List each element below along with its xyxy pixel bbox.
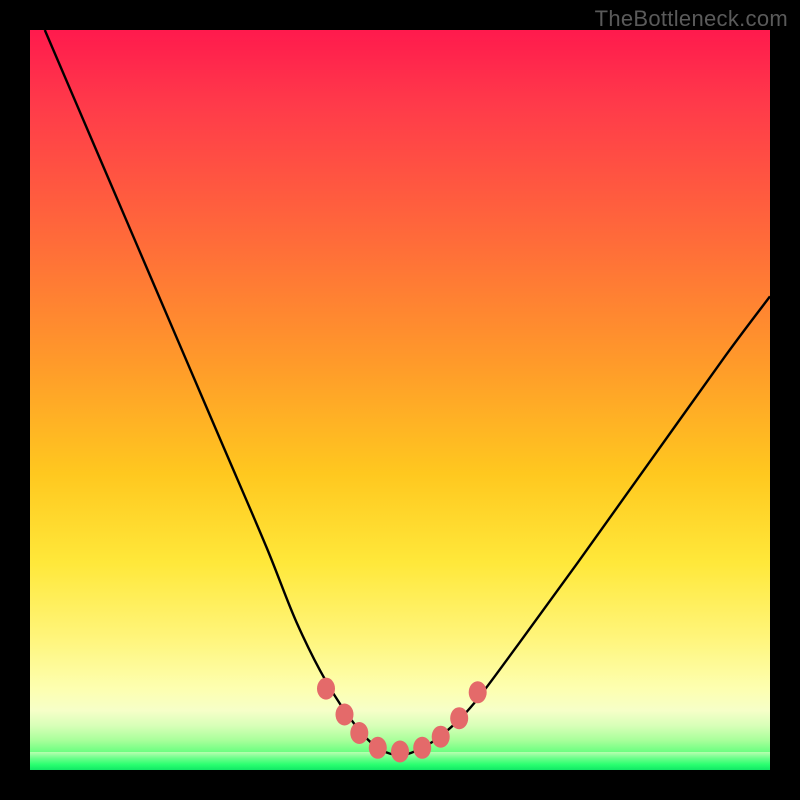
bottleneck-curve <box>45 30 770 755</box>
curve-layer <box>30 30 770 770</box>
curve-markers <box>317 678 487 763</box>
bottleneck-curve-path <box>45 30 770 755</box>
curve-marker <box>317 678 335 700</box>
curve-marker <box>336 704 354 726</box>
curve-marker <box>432 726 450 748</box>
plot-area <box>30 30 770 770</box>
curve-marker <box>369 737 387 759</box>
chart-frame: TheBottleneck.com <box>0 0 800 800</box>
watermark-text: TheBottleneck.com <box>595 6 788 32</box>
curve-marker <box>450 707 468 729</box>
curve-marker <box>350 722 368 744</box>
curve-marker <box>413 737 431 759</box>
curve-marker <box>469 681 487 703</box>
curve-marker <box>391 741 409 763</box>
